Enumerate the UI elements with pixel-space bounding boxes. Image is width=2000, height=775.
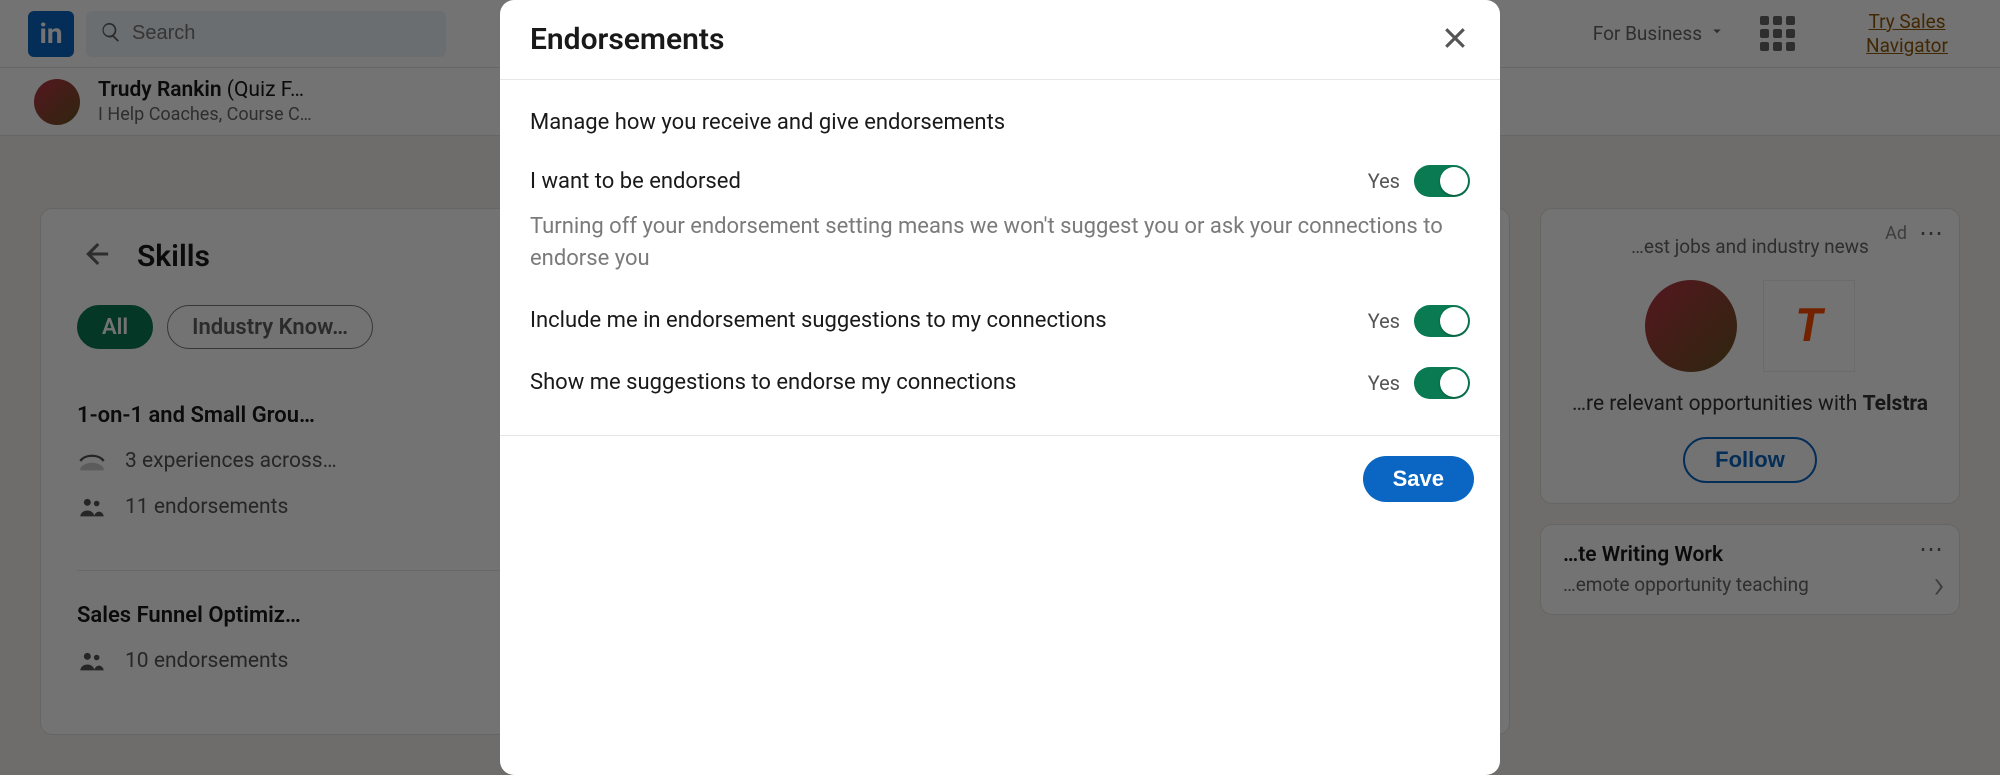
close-icon[interactable] (1440, 23, 1470, 57)
toggle-state: Yes (1368, 169, 1400, 193)
toggle-state: Yes (1368, 309, 1400, 333)
toggle-state: Yes (1368, 371, 1400, 395)
option-description: Turning off your endorsement setting mea… (530, 211, 1470, 275)
option-label: I want to be endorsed (530, 169, 741, 194)
toggle-show-suggestions[interactable] (1414, 367, 1470, 399)
endorsements-modal: Endorsements Manage how you receive and … (500, 0, 1500, 775)
option-include-suggestions: Include me in endorsement suggestions to… (530, 305, 1470, 337)
modal-title: Endorsements (530, 22, 724, 57)
option-label: Show me suggestions to endorse my connec… (530, 370, 1016, 395)
modal-lead: Manage how you receive and give endorsem… (530, 110, 1470, 135)
toggle-endorsed[interactable] (1414, 165, 1470, 197)
toggle-include-suggestions[interactable] (1414, 305, 1470, 337)
option-show-suggestions: Show me suggestions to endorse my connec… (530, 367, 1470, 399)
modal-backdrop[interactable]: Endorsements Manage how you receive and … (0, 0, 2000, 775)
option-endorsed: I want to be endorsed Yes Turning off yo… (530, 165, 1470, 275)
option-label: Include me in endorsement suggestions to… (530, 308, 1107, 333)
save-button[interactable]: Save (1363, 456, 1474, 502)
